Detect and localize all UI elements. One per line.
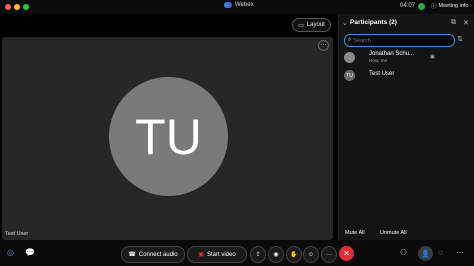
app-name: Webex: [235, 2, 254, 8]
meeting-info-button[interactable]: ⓘ Meeting info: [431, 2, 468, 10]
raise-hand-button[interactable]: ✋: [286, 246, 302, 263]
participants-button[interactable]: 👤: [418, 246, 433, 261]
control-bar: ◎ 💬 ☎ Connect audio ▣ Start video ⇪ ◉ ✋ …: [0, 240, 474, 266]
popout-icon[interactable]: ⧉: [451, 19, 456, 27]
phone-icon: ☎: [128, 252, 136, 258]
share-icon: ⇪: [255, 252, 261, 258]
chat-bubble-icon[interactable]: 💬: [25, 248, 35, 257]
webex-logo-icon: [224, 2, 232, 8]
avatar: TU: [344, 70, 355, 81]
layout-label: Layout: [306, 22, 325, 28]
search-input[interactable]: [351, 37, 446, 44]
more-options-button[interactable]: ···: [321, 246, 337, 263]
panel-title: Participants (2): [350, 19, 397, 26]
record-button[interactable]: ◉: [268, 246, 284, 263]
app-title: Webex: [224, 2, 254, 8]
apps-icon[interactable]: ⚇: [400, 248, 407, 257]
unmute-all-button[interactable]: Unmute All: [380, 230, 407, 236]
meeting-clock: 04:07: [400, 3, 416, 9]
connect-audio-label: Connect audio: [138, 251, 178, 258]
participants-panel: ⌄ Participants (2) ⧉ ✕ ⌕ ⇅ Jonathan Schu…: [338, 14, 474, 240]
tile-more-icon[interactable]: …: [318, 40, 329, 51]
participant-role: Host, me: [369, 58, 388, 63]
chat-icon[interactable]: ◌: [438, 248, 443, 257]
reactions-button[interactable]: ☺: [303, 246, 319, 263]
hand-icon: ✋: [290, 252, 298, 258]
meeting-info-label: Meeting info: [438, 3, 469, 9]
connect-audio-button[interactable]: ☎ Connect audio: [121, 246, 185, 263]
video-tile[interactable]: … TU Test User: [2, 37, 333, 240]
end-call-button[interactable]: ✕: [339, 246, 354, 261]
avatar: [344, 52, 355, 63]
status-icon: [418, 3, 425, 10]
start-video-button[interactable]: ▣ Start video: [187, 246, 247, 263]
participant-name: Jonathan Schu...: [369, 51, 415, 57]
participant-name: Test User: [369, 71, 395, 77]
smiley-icon: ☺: [307, 251, 315, 258]
activity-icon[interactable]: ◎: [7, 248, 14, 257]
layout-icon: ▭: [298, 22, 304, 29]
record-icon: ◉: [273, 252, 279, 258]
camera-icon: ▣: [430, 54, 435, 60]
tile-participant-name: Test User: [5, 231, 29, 237]
sort-icon[interactable]: ⇅: [457, 35, 463, 43]
more-options-icon[interactable]: ⋯: [456, 248, 464, 257]
participant-row[interactable]: Jonathan Schu... Host, me ▣: [342, 51, 470, 67]
mute-all-button[interactable]: Mute All: [345, 230, 365, 236]
more-icon: ···: [326, 251, 332, 258]
person-icon: 👤: [421, 250, 430, 258]
minimize-window-button[interactable]: [14, 4, 20, 10]
close-window-button[interactable]: [5, 4, 11, 10]
share-button[interactable]: ⇪: [250, 246, 266, 263]
participant-avatar: TU: [109, 77, 228, 196]
start-video-label: Start video: [206, 251, 236, 258]
close-icon[interactable]: ✕: [463, 19, 469, 27]
participant-row[interactable]: TU Test User: [342, 69, 470, 85]
search-field[interactable]: ⌕: [344, 34, 455, 47]
title-bar: Webex 04:07 ⓘ Meeting info: [0, 0, 474, 14]
video-off-icon: ▣: [198, 252, 204, 258]
chevron-down-icon[interactable]: ⌄: [342, 19, 348, 27]
maximize-window-button[interactable]: [23, 4, 29, 10]
info-icon: ⓘ: [431, 4, 437, 10]
close-icon: ✕: [343, 249, 350, 258]
layout-button[interactable]: ▭ Layout: [292, 18, 331, 32]
